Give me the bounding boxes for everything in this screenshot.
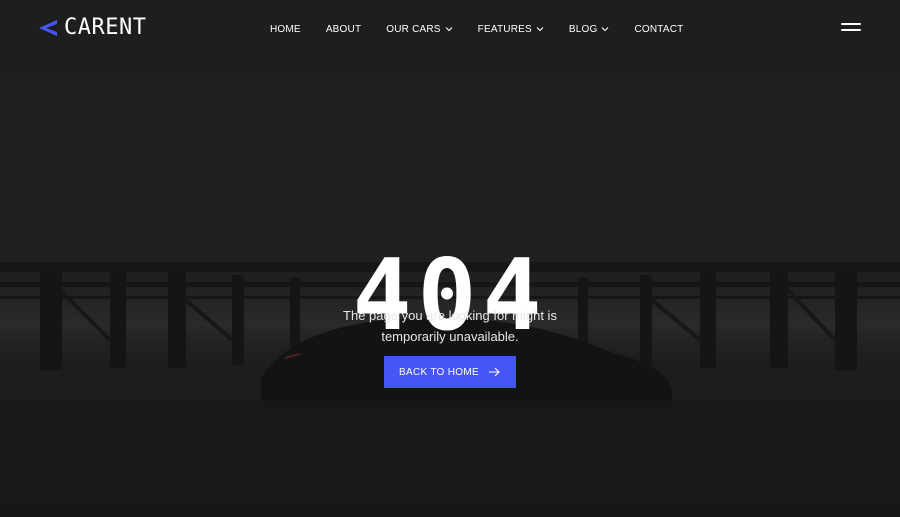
nav-item-label: OUR CARS	[386, 23, 441, 35]
brand-name: CARENT	[64, 15, 147, 40]
chevron-left-logo-mark-icon	[39, 20, 57, 36]
nav-item-label: BLOG	[568, 23, 598, 35]
chevron-down-icon	[536, 26, 544, 32]
nav-item-our-cars[interactable]: OUR CARS	[386, 23, 453, 35]
nav-item-home[interactable]: HOME	[270, 24, 301, 35]
nav-item-about[interactable]: ABOUT	[326, 24, 361, 35]
nav-item-label: HOME	[270, 23, 301, 35]
hamburger-menu-icon[interactable]	[841, 21, 861, 33]
brand-logo[interactable]: CARENT	[35, 16, 146, 40]
nav-item-blog[interactable]: BLOG	[569, 24, 610, 35]
arrow-right-icon	[489, 367, 500, 377]
nav-item-label: FEATURES	[477, 23, 532, 35]
nav-item-features[interactable]: FEATURES	[478, 24, 544, 35]
nav-item-label: CONTACT	[634, 23, 684, 35]
hamburger-line	[841, 29, 861, 31]
main-nav: HOME ABOUT OUR CARS FEATURES BLOG CONTAC…	[270, 20, 683, 38]
back-to-home-button[interactable]: BACK TO HOME	[384, 356, 516, 388]
error-message: The page you are looking for might is te…	[343, 308, 557, 344]
chevron-down-icon	[601, 26, 609, 32]
chevron-down-icon	[445, 26, 453, 32]
top-navbar: CARENT HOME ABOUT OUR CARS FEATURES BLOG	[0, 0, 900, 58]
back-to-home-label: BACK TO HOME	[399, 366, 479, 378]
nav-item-contact[interactable]: CONTACT	[634, 24, 683, 35]
nav-item-label: ABOUT	[325, 23, 362, 35]
hamburger-line	[841, 23, 861, 25]
